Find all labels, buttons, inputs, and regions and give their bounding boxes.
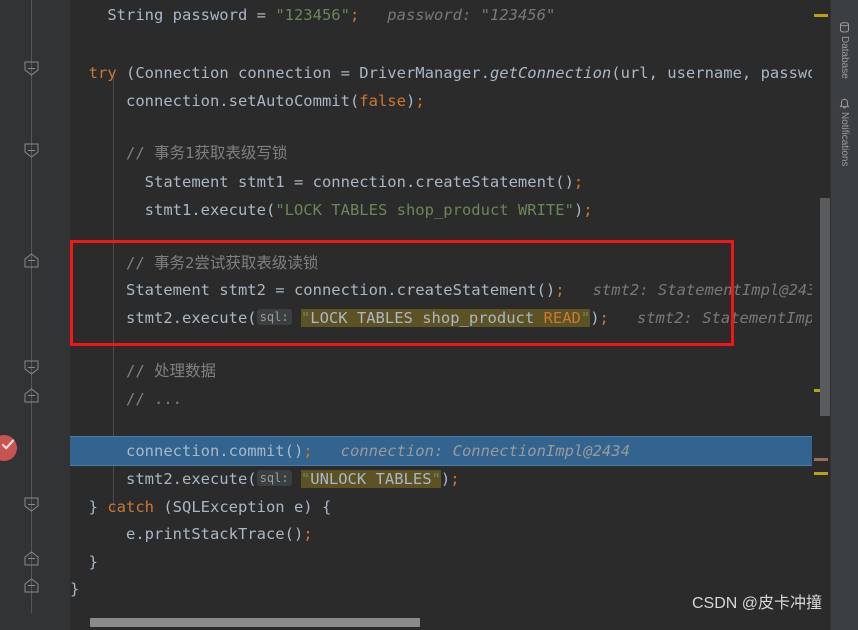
code-token: stmt2.execute( [70,470,257,488]
line-try[interactable]: try (Connection connection = DriverManag… [70,58,817,88]
database-icon [839,22,850,33]
code-token: password: "123456" [359,6,556,24]
code-token: (Connection connection = DriverManager. [126,64,490,82]
code-token: LOCK TABLES shop_product [310,309,544,327]
parameter-hint-chip[interactable]: sql: [256,309,292,325]
line-comment-dots[interactable]: // ... [70,384,182,414]
code-token: ; [599,309,609,327]
code-token: " [300,309,311,327]
code-fold-open-icon[interactable] [24,143,39,158]
line-stmt2-lock[interactable]: stmt2.execute(sql: "LOCK TABLES shop_pro… [70,303,824,333]
horizontal-scrollbar-thumb[interactable] [90,618,420,627]
code-token: ; [303,442,313,460]
code-token: " [300,470,311,488]
line-printstacktrace[interactable]: e.printStackTrace(); [70,519,313,549]
sql-string-highlight: "LOCK TABLES shop_product READ" [300,309,591,327]
code-fold-close-icon[interactable] [24,388,39,403]
code-token: ) [440,470,451,488]
check-icon [2,439,14,450]
warning-marker-3[interactable] [814,472,828,475]
line-commit[interactable]: connection.commit(); connection: Connect… [70,436,630,466]
line-stmt1-create[interactable]: Statement stmt1 = connection.createState… [70,167,584,197]
editor-gutter[interactable] [0,0,70,630]
code-token: ) [573,201,584,219]
code-token: } [70,580,80,598]
code-token: connection: ConnectionImpl@2434 [312,442,630,460]
code-token: ) [405,92,416,110]
code-token: connection.commit() [70,442,304,460]
error-marker-1[interactable] [814,458,828,461]
warning-marker-1[interactable] [814,14,828,17]
code-token: // 处理数据 [70,362,216,380]
code-token: stmt2: StatementImpl@243 [564,281,817,299]
code-token: ; [349,6,360,24]
code-token: Statement stmt2 = connection.createState… [70,281,556,299]
gutter-bottom-filler [0,613,70,630]
inline-debug-value: stmt2: StatementImpl [608,309,824,327]
code-token: e.printStackTrace() [70,525,304,543]
code-token: getConnection [489,64,612,82]
code-token: ; [583,201,593,219]
line-stmt1-lock[interactable]: stmt1.execute("LOCK TABLES shop_product … [70,195,593,225]
line-autocommit[interactable]: connection.setAutoCommit(false); [70,86,425,116]
code-fold-open-icon[interactable] [24,61,39,76]
code-token: // 事务1获取表级写锁 [70,144,288,162]
tool-label: Notifications [839,112,850,167]
csdn-watermark: CSDN @皮卡冲撞 [691,595,822,612]
code-token: connection.setAutoCommit( [70,92,360,110]
code-token: UNLOCK TABLES [310,470,432,488]
line-unlock[interactable]: stmt2.execute(sql: "UNLOCK TABLES"); [70,464,460,494]
horizontal-scrollbar-track[interactable] [70,613,830,630]
gutter-divider-line [31,0,32,630]
code-token: "LOCK TABLES shop_product WRITE" [275,201,574,219]
code-editor-area[interactable]: String password = "123456"; password: "1… [70,0,830,613]
code-token: READ [543,309,581,327]
code-token: false [359,92,406,110]
code-token: } [70,553,98,571]
code-fold-close-icon[interactable] [24,253,39,268]
line-comment-tx2[interactable]: // 事务2尝试获取表级读锁 [70,248,318,278]
code-fold-open-icon[interactable] [24,497,39,512]
code-token: ; [450,470,460,488]
code-token: ) [590,309,600,327]
code-token: " [580,309,591,327]
code-token: try [70,64,126,82]
right-tool-window-bar[interactable]: Database Notifications [830,0,858,630]
code-token: catch [107,498,164,516]
line-comment-tx1[interactable]: // 事务1获取表级写锁 [70,138,287,168]
parameter-hint-chip[interactable]: sql: [256,470,292,486]
code-token: "123456" [275,6,350,24]
code-token: ; [415,92,425,110]
code-token: // ... [70,390,182,408]
vertical-scrollbar-thumb[interactable] [820,198,830,416]
code-fold-close-icon[interactable] [24,578,39,593]
line-stmt2-create[interactable]: Statement stmt2 = connection.createState… [70,275,817,305]
line-catch[interactable]: } catch (SQLException e) { [70,492,332,522]
tool-label: Database [839,36,850,79]
code-token: ; [303,525,313,543]
notifications-icon [839,98,850,109]
line-comment-process[interactable]: // 处理数据 [70,356,216,386]
line-close-try[interactable]: } [70,547,98,577]
line-password[interactable]: String password = "123456"; password: "1… [70,0,555,30]
ide-editor-window: String password = "123456"; password: "1… [0,0,858,630]
code-token: (url, username, passwo [611,64,817,82]
code-fold-close-icon[interactable] [24,551,39,566]
code-token: Statement stmt1 = connection.createState… [70,173,574,191]
code-token: stmt1.execute( [70,201,276,219]
code-token: } [70,498,108,516]
code-token: " [431,470,441,488]
code-token: (SQLException e) { [163,498,332,516]
code-token: ; [573,173,584,191]
sql-string-highlight: "UNLOCK TABLES" [300,470,441,488]
line-close-method[interactable]: } [70,574,79,604]
code-token: ; [555,281,565,299]
code-token: stmt2.execute( [70,309,257,327]
code-token: String password = [70,6,276,24]
code-fold-open-icon[interactable] [24,360,39,375]
code-token: // 事务2尝试获取表级读锁 [70,254,319,272]
